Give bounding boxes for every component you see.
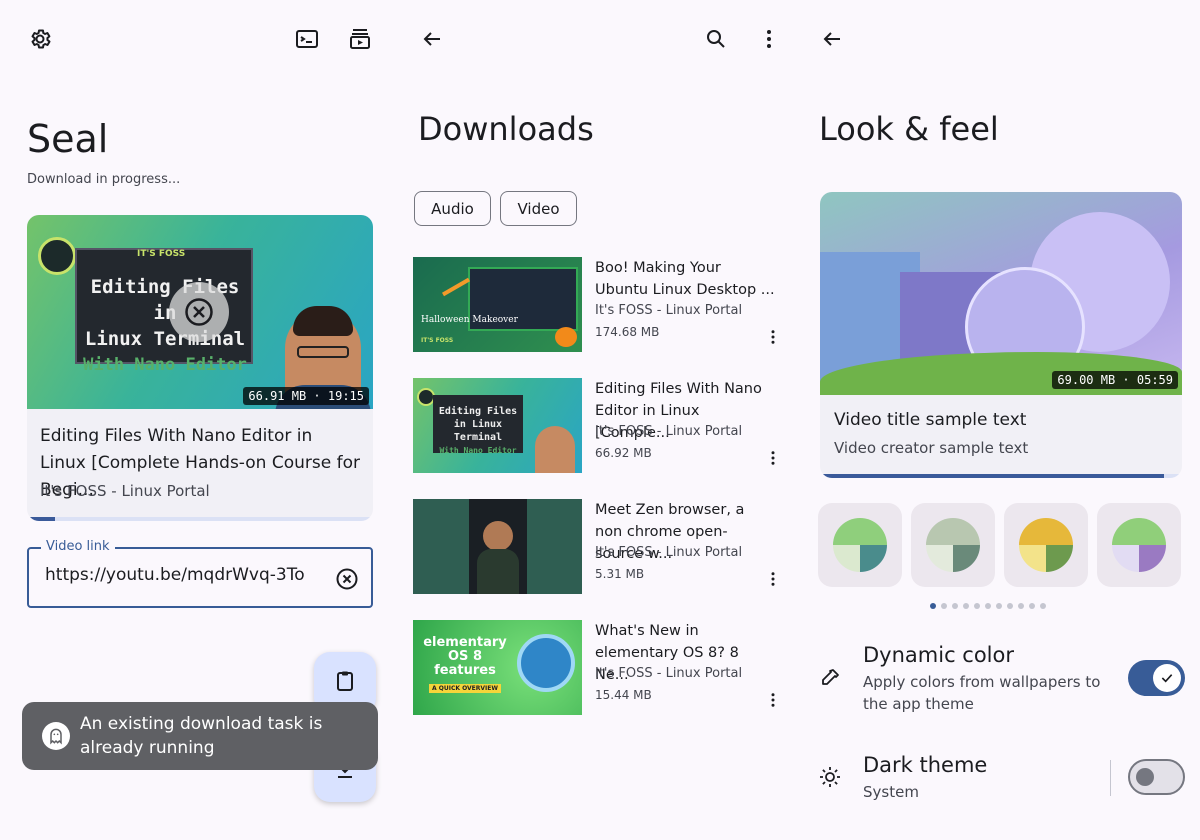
item-thumbnail: Halloween Makeover IT'S FOSS <box>413 257 582 352</box>
dynamic-color-toggle[interactable] <box>1128 660 1185 696</box>
more-vert-icon[interactable] <box>761 688 785 712</box>
pager-dot <box>1018 603 1024 609</box>
download-queue-icon[interactable] <box>340 19 380 59</box>
terminal-icon[interactable] <box>287 19 327 59</box>
color-swatch[interactable] <box>1097 503 1181 587</box>
check-icon <box>1153 664 1181 692</box>
dark-theme-toggle[interactable] <box>1128 759 1185 795</box>
preview-creator: Video creator sample text <box>834 439 1029 457</box>
search-icon[interactable] <box>696 19 736 59</box>
dynamic-color-desc: Apply colors from wallpapers to the app … <box>863 673 1101 713</box>
pager-dot <box>996 603 1002 609</box>
color-swatch[interactable] <box>911 503 995 587</box>
arrow-icon <box>442 277 470 297</box>
item-size: 5.31 MB <box>595 567 645 581</box>
status-subtitle: Download in progress... <box>27 172 181 187</box>
more-vert-icon[interactable] <box>761 325 785 349</box>
video-link-label: Video link <box>41 539 115 554</box>
video-link-field[interactable]: Video link <box>27 539 373 608</box>
more-vert-icon[interactable] <box>761 567 785 591</box>
item-author: It's FOSS - Linux Portal <box>595 303 743 318</box>
download-progress-fill <box>27 517 55 521</box>
pager-dot <box>963 603 969 609</box>
duration-badge: 69.00 MB · 05:59 <box>1052 371 1178 389</box>
pager-dots <box>930 603 1046 609</box>
swatch-palette-icon <box>1019 518 1073 572</box>
settings-gear-icon[interactable] <box>20 19 60 59</box>
page-title: Downloads <box>418 110 594 148</box>
look-and-feel-screen: Look & feel 69.00 MB · 05:59 Video title… <box>802 0 1200 840</box>
download-progress-bar <box>27 517 373 521</box>
more-vert-icon[interactable] <box>749 19 789 59</box>
item-size: 66.92 MB <box>595 446 652 460</box>
pager-dot <box>985 603 991 609</box>
item-thumbnail: Editing Files in Linux Terminal With Nan… <box>413 378 582 473</box>
preview-image <box>820 192 1182 395</box>
cancel-download-icon[interactable] <box>169 282 229 342</box>
swatch-palette-icon <box>833 518 887 572</box>
video-author: It's FOSS - Linux Portal <box>40 482 210 500</box>
dark-theme-desc: System <box>863 783 919 801</box>
elementary-logo-icon <box>517 634 575 692</box>
preview-progress-bar <box>820 474 1182 478</box>
list-item[interactable]: elementary OS 8 features A QUICK OVERVIE… <box>413 620 793 716</box>
pager-dot <box>1040 603 1046 609</box>
video-link-input[interactable] <box>45 565 325 585</box>
item-thumbnail: elementary OS 8 features A QUICK OVERVIE… <box>413 620 582 715</box>
more-vert-icon[interactable] <box>761 446 785 470</box>
brightness-icon <box>818 765 842 789</box>
list-item[interactable]: Halloween Makeover IT'S FOSS Boo! Making… <box>413 257 793 353</box>
thumb-line-3: With Nano Editor <box>83 355 247 375</box>
video-thumbnail: IT'S FOSS Editing Files in Linux Termina… <box>27 215 373 409</box>
pumpkin-icon <box>555 327 577 347</box>
item-author: It's FOSS - Linux Portal <box>595 545 743 560</box>
list-item[interactable]: Editing Files in Linux Terminal With Nan… <box>413 378 793 474</box>
color-swatch[interactable] <box>1004 503 1088 587</box>
downloads-screen: Downloads Audio Video Halloween Makeover… <box>400 0 802 840</box>
snackbar: An existing download task is already run… <box>22 702 378 770</box>
pager-dot <box>1029 603 1035 609</box>
dark-theme-title: Dark theme <box>863 753 988 777</box>
pager-dot <box>974 603 980 609</box>
page-title: Look & feel <box>819 110 999 148</box>
thumb-line-2: Linux Terminal <box>84 328 246 350</box>
pager-dot <box>1007 603 1013 609</box>
filter-chip-audio[interactable]: Audio <box>414 191 491 226</box>
presenter-photo <box>535 426 575 473</box>
divider <box>1110 760 1111 796</box>
color-picker-icon <box>818 666 842 690</box>
video-card[interactable]: IT'S FOSS Editing Files in Linux Termina… <box>27 215 373 521</box>
pager-dot <box>930 603 936 609</box>
preview-title: Video title sample text <box>834 410 1027 430</box>
theme-preview-card: 69.00 MB · 05:59 Video title sample text… <box>820 192 1182 478</box>
back-arrow-icon[interactable] <box>412 19 452 59</box>
pager-dot <box>941 603 947 609</box>
swatch-palette-icon <box>1112 518 1166 572</box>
swatch-palette-icon <box>926 518 980 572</box>
dynamic-color-title: Dynamic color <box>863 643 1014 667</box>
pager-dot <box>952 603 958 609</box>
channel-avatar <box>38 237 76 275</box>
clear-input-icon[interactable] <box>335 567 359 591</box>
item-size: 174.68 MB <box>595 325 660 339</box>
item-size: 15.44 MB <box>595 688 652 702</box>
item-author: It's FOSS - Linux Portal <box>595 424 743 439</box>
filter-chip-video[interactable]: Video <box>500 191 577 226</box>
back-arrow-icon[interactable] <box>812 19 852 59</box>
seal-home-screen: Seal Download in progress... IT'S FOSS E… <box>0 0 400 840</box>
item-thumbnail <box>413 499 582 594</box>
color-swatch[interactable] <box>818 503 902 587</box>
clipboard-icon <box>333 669 357 697</box>
preview-progress-fill <box>820 474 1164 478</box>
duration-badge: 66.91 MB · 19:15 <box>243 387 369 405</box>
snackbar-message: An existing download task is already run… <box>80 714 323 758</box>
item-author: It's FOSS - Linux Portal <box>595 666 743 681</box>
thumb-badge: IT'S FOSS <box>137 249 186 259</box>
ghost-icon <box>42 722 70 750</box>
item-title: Boo! Making Your Ubuntu Linux Desktop ..… <box>595 260 775 298</box>
list-item[interactable]: Meet Zen browser, a non chrome open-sour… <box>413 499 793 595</box>
page-title: Seal <box>27 117 109 161</box>
